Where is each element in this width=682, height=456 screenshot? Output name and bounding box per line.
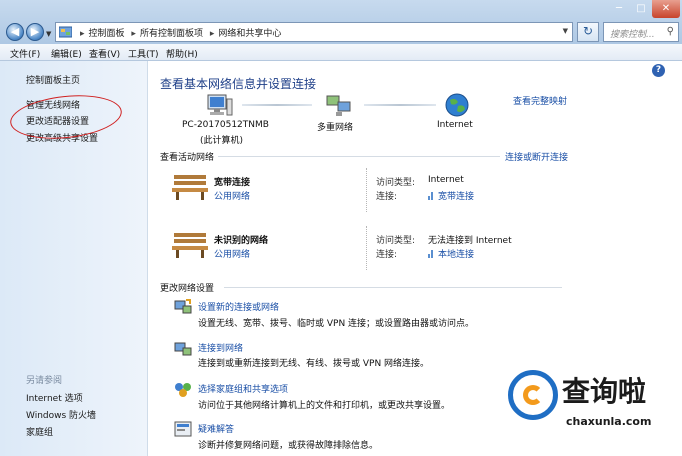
public-network-bench-icon bbox=[172, 233, 208, 258]
breadcrumb-all-items[interactable]: 所有控制面板项 bbox=[140, 29, 203, 39]
refresh-button[interactable]: ↻ bbox=[577, 22, 599, 42]
column-separator bbox=[366, 226, 367, 270]
address-dropdown-icon[interactable]: ▼ bbox=[563, 27, 568, 35]
menu-bar: 文件(F) 编辑(E) 查看(V) 工具(T) 帮助(H) bbox=[0, 44, 682, 61]
computer-name: PC-20170512TNMB bbox=[182, 120, 269, 130]
connect-disconnect-link[interactable]: 连接或断开连接 bbox=[505, 150, 568, 163]
maximize-button[interactable]: □ bbox=[630, 0, 652, 18]
menu-help[interactable]: 帮助(H) bbox=[166, 47, 198, 60]
address-bar[interactable]: ▸ 控制面板 ▸ 所有控制面板项 ▸ 网络和共享中心 ▼ bbox=[55, 22, 573, 42]
search-icon: ⚲ bbox=[666, 26, 674, 37]
task-description: 连接到或重新连接到无线、有线、拨号或 VPN 网络连接。 bbox=[198, 359, 430, 369]
task-troubleshoot-link[interactable]: 疑难解答 bbox=[198, 422, 234, 435]
network-name: 未识别的网络 bbox=[214, 236, 269, 246]
network-type-link[interactable]: 公用网络 bbox=[214, 189, 250, 202]
back-button[interactable]: ◀ bbox=[6, 23, 24, 41]
connection-link[interactable]: 宽带连接 bbox=[428, 189, 474, 202]
task-homegroup-link[interactable]: 选择家庭组和共享选项 bbox=[198, 382, 288, 395]
close-button[interactable]: ✕ bbox=[652, 0, 680, 18]
access-type-label: 访问类型: bbox=[376, 178, 416, 188]
column-separator bbox=[366, 168, 367, 212]
computer-sub-label: (此计算机) bbox=[200, 136, 244, 146]
sidebar-link-home[interactable]: 控制面板主页 bbox=[26, 73, 80, 86]
history-dropdown-icon[interactable]: ▼ bbox=[46, 30, 51, 38]
signal-bars-icon bbox=[428, 250, 433, 258]
network-label: 多重网络 bbox=[317, 123, 354, 133]
search-input[interactable]: 搜索控制... ⚲ bbox=[603, 22, 679, 42]
map-link-line bbox=[364, 104, 436, 106]
access-type-value: 无法连接到 Internet bbox=[428, 236, 512, 246]
minimize-button[interactable]: ─ bbox=[608, 0, 630, 18]
task-description: 设置无线、宽带、拨号、临时或 VPN 连接；或设置路由器或访问点。 bbox=[198, 319, 475, 329]
map-link-line bbox=[242, 104, 312, 106]
breadcrumb-control-panel[interactable]: 控制面板 bbox=[89, 29, 125, 39]
menu-file[interactable]: 文件(F) bbox=[10, 47, 40, 60]
watermark-logo-inner-icon bbox=[523, 385, 543, 405]
watermark-text: 查询啦 bbox=[562, 375, 647, 408]
active-networks-heading: 查看活动网络 bbox=[160, 153, 215, 163]
signal-bars-icon bbox=[428, 192, 433, 200]
connection-label: 连接: bbox=[376, 250, 398, 260]
troubleshoot-icon bbox=[174, 421, 192, 437]
network-name: 宽带连接 bbox=[214, 178, 251, 188]
change-settings-heading: 更改网络设置 bbox=[160, 284, 215, 294]
connection-link[interactable]: 本地连接 bbox=[428, 247, 474, 260]
access-type-value: Internet bbox=[428, 175, 464, 185]
public-network-bench-icon bbox=[172, 175, 208, 200]
see-also-internet-options[interactable]: Internet 选项 bbox=[26, 391, 83, 404]
control-panel-icon bbox=[59, 26, 72, 38]
breadcrumb-network-center[interactable]: 网络和共享中心 bbox=[218, 29, 281, 39]
task-description: 诊断并修复网络问题，或获得故障排除信息。 bbox=[198, 441, 379, 451]
task-new-connection-link[interactable]: 设置新的连接或网络 bbox=[198, 300, 279, 313]
connect-network-icon bbox=[174, 342, 192, 356]
see-also-homegroup[interactable]: 家庭组 bbox=[26, 425, 53, 438]
network-type-link[interactable]: 公用网络 bbox=[214, 247, 250, 260]
connection-label: 连接: bbox=[376, 192, 398, 202]
task-connect-network-link[interactable]: 连接到网络 bbox=[198, 341, 243, 354]
see-also-firewall[interactable]: Windows 防火墙 bbox=[26, 408, 96, 421]
help-icon[interactable]: ? bbox=[652, 64, 665, 77]
globe-icon bbox=[445, 93, 469, 117]
access-type-label: 访问类型: bbox=[376, 236, 416, 246]
task-description: 访问位于其他网络计算机上的文件和打印机，或更改共享设置。 bbox=[198, 401, 451, 411]
section-divider bbox=[224, 287, 562, 288]
section-divider bbox=[218, 156, 500, 157]
menu-edit[interactable]: 编辑(E) bbox=[51, 47, 82, 60]
forward-button[interactable]: ▶ bbox=[26, 23, 44, 41]
homegroup-icon bbox=[175, 383, 191, 397]
menu-view[interactable]: 查看(V) bbox=[89, 47, 120, 60]
new-connection-icon bbox=[174, 299, 192, 314]
computer-icon bbox=[207, 94, 233, 116]
page-title: 查看基本网络信息并设置连接 bbox=[160, 77, 317, 91]
see-also-heading: 另请参阅 bbox=[26, 376, 63, 386]
view-full-map-link[interactable]: 查看完整映射 bbox=[513, 94, 567, 107]
watermark-url: chaxunla.com bbox=[566, 415, 652, 428]
menu-tools[interactable]: 工具(T) bbox=[128, 47, 159, 60]
internet-label: Internet bbox=[437, 120, 473, 130]
sidebar: 控制面板主页 管理无线网络 更改适配器设置 更改高级共享设置 另请参阅 Inte… bbox=[0, 61, 148, 456]
multiple-networks-icon bbox=[326, 95, 351, 116]
